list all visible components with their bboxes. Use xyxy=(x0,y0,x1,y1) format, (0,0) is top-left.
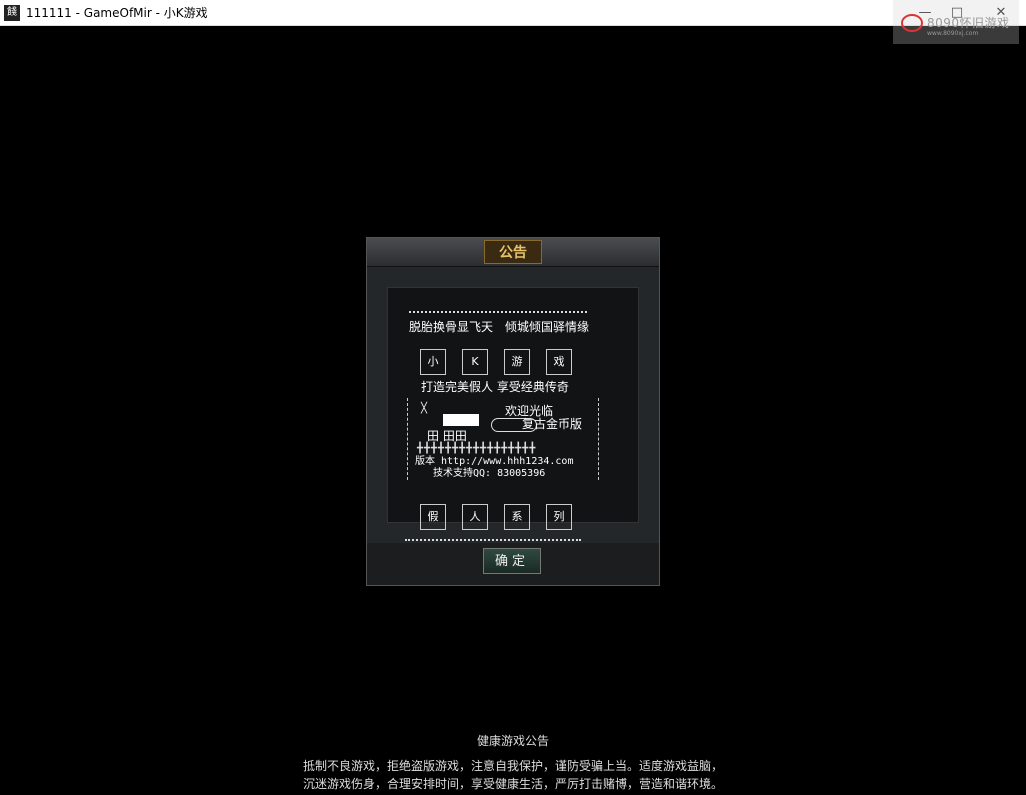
title-bar: 餞 111111 - GameOfMir - 小K游戏 — □ ✕ xyxy=(0,0,1026,26)
art-left-symbol: ╳ xyxy=(421,403,428,414)
app-icon[interactable]: 餞 xyxy=(4,5,20,21)
tile-top-4: 戏 xyxy=(546,349,572,375)
tile-bottom-4: 列 xyxy=(546,504,572,530)
art-tian-text: 田 田田 xyxy=(427,429,467,443)
announcement-line-2: 打造完美假人 享受经典传奇 xyxy=(421,380,569,394)
notice-dialog: 公告 脱胎换骨显飞天 倾城倾国驿情缘 小 K 游 戏 打造完美假人 享受经典传奇… xyxy=(366,237,660,586)
dialog-title: 公告 xyxy=(484,240,542,264)
tile-bottom-1: 假 xyxy=(420,504,446,530)
tile-top-3: 游 xyxy=(504,349,530,375)
dotted-divider-bottom xyxy=(405,539,581,541)
watermark-logo-icon xyxy=(901,14,923,32)
edition-text: 复古金币版 xyxy=(522,417,583,431)
tile-top-2: K xyxy=(462,349,488,375)
support-line: 技术支持QQ: 83005396 xyxy=(433,468,546,479)
tile-bottom-2: 人 xyxy=(462,504,488,530)
tile-bottom-3: 系 xyxy=(504,504,530,530)
health-notice-line-1: 抵制不良游戏，拒绝盗版游戏，注意自我保护，谨防受骗上当。适度游戏益脑， xyxy=(302,759,723,773)
ok-button[interactable]: 确定 xyxy=(483,548,541,574)
watermark: 8090怀旧游戏 www.8090xj.com xyxy=(893,0,1019,44)
watermark-text: 8090怀旧游戏 xyxy=(927,16,1010,30)
announcement-line-1: 脱胎换骨显飞天 倾城倾国驿情缘 xyxy=(409,320,590,334)
watermark-subtext: www.8090xj.com xyxy=(927,30,979,37)
window-title: 111111 - GameOfMir - 小K游戏 xyxy=(26,6,208,20)
dialog-header: 公告 xyxy=(367,238,659,267)
house-art-icon xyxy=(443,414,479,426)
dotted-divider-top xyxy=(409,311,587,313)
health-notice-line-2: 沉迷游戏伤身，合理安排时间，享受健康生活，严厉打击赌博，营造和谐环境。 xyxy=(302,777,723,791)
health-notice-title: 健康游戏公告 xyxy=(476,734,549,748)
tile-top-1: 小 xyxy=(420,349,446,375)
